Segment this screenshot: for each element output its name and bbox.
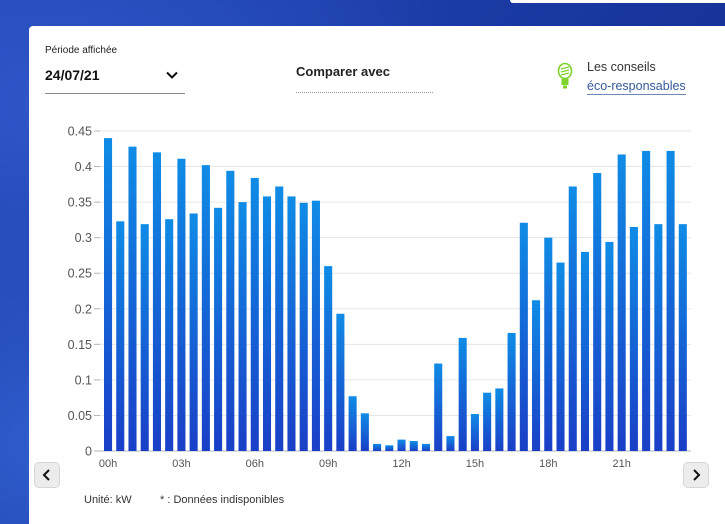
chart-svg: 0 0.05 0.1 0.15 0.2 0.25 0.3 0.35 0.4 0.45 00h 03h 0… [68,125,691,470]
x-tick-label: 21h [612,458,630,470]
chevron-right-icon [693,469,701,481]
consumption-card: Période affichée 24/07/21 Comparer avec … [29,26,725,524]
hour-bar[interactable] [666,150,675,451]
compare-label: Comparer avec [296,64,390,79]
hour-bar[interactable] [299,202,308,451]
hour-bar[interactable] [128,146,137,451]
unit-label: Unité: kW [84,494,132,506]
period-label: Période affichée [45,45,118,56]
hour-bar[interactable] [458,337,467,451]
period-dropdown[interactable]: 24/07/21 [45,64,185,94]
x-tick-label: 09h [319,458,337,470]
hour-bar[interactable] [177,158,186,452]
hour-bar[interactable] [642,150,651,451]
hour-bar[interactable] [507,332,516,451]
hour-bar[interactable] [593,172,602,451]
hour-bar[interactable] [360,413,369,451]
y-tick-label: 0.2 [75,302,92,316]
y-tick-label: 0.15 [68,338,92,352]
hour-bar[interactable] [152,152,161,451]
hour-bar[interactable] [519,222,528,451]
hour-bar[interactable] [348,396,357,451]
hour-bar[interactable] [605,241,614,451]
tips-title: Les conseils [587,60,656,74]
hour-bar[interactable] [226,170,235,451]
hour-bar[interactable] [556,262,565,451]
hour-bar[interactable] [275,186,284,451]
hour-bar[interactable] [238,202,247,451]
hour-bar[interactable] [483,392,492,451]
hour-bar[interactable] [532,300,541,451]
x-tick-label: 00h [99,458,117,470]
consumption-chart: 0 0.05 0.1 0.15 0.2 0.25 0.3 0.35 0.4 0.45 00h 03h 0… [29,122,725,472]
period-value: 24/07/21 [45,67,100,83]
hour-bar[interactable] [580,251,590,451]
y-tick-label: 0.25 [68,267,92,281]
hour-bar[interactable] [470,414,479,451]
hour-bar[interactable] [678,224,687,451]
y-tick-label: 0 [85,445,92,459]
hour-bar[interactable] [116,221,125,451]
hour-bar[interactable] [629,227,638,451]
chevron-down-icon [165,68,179,82]
compare-dropdown[interactable]: Comparer avec [296,64,433,93]
next-day-button[interactable] [683,462,709,488]
x-tick-label: 18h [539,458,557,470]
hour-bar[interactable] [287,196,296,451]
x-tick-label: 03h [172,458,190,470]
hour-bar[interactable] [654,224,663,451]
hour-bar[interactable] [189,213,198,451]
hour-bar[interactable] [568,186,577,451]
hour-bar[interactable] [311,200,320,451]
y-tick-label: 0.1 [75,373,92,387]
missing-data-note: * : Données indisponibles [160,494,285,506]
hour-bar[interactable] [201,165,210,451]
hour-bar[interactable] [617,154,626,451]
hour-bar[interactable] [104,138,113,452]
y-tick-label: 0.35 [68,196,92,210]
y-tick-label: 0.3 [75,231,92,245]
x-tick-label: 06h [246,458,264,470]
y-tick-label: 0.45 [68,125,92,139]
hour-bar[interactable] [140,224,149,451]
x-tick-label: 12h [392,458,410,470]
chevron-left-icon [42,469,50,481]
hour-bar[interactable] [397,439,406,451]
hour-bar[interactable] [409,441,418,451]
eco-tips[interactable]: Les conseils éco-responsables [556,60,725,100]
hour-bar[interactable] [421,443,431,451]
hour-bar[interactable] [214,207,223,451]
hour-bar[interactable] [165,219,174,451]
top-tab-edge [510,0,725,3]
hour-bar[interactable] [324,266,333,451]
hour-bar[interactable] [495,388,504,451]
hour-bar[interactable] [385,445,394,451]
hour-bar[interactable] [434,363,443,451]
hour-bar[interactable] [446,436,455,451]
hour-bar[interactable] [336,313,345,451]
hour-bar[interactable] [544,237,553,451]
y-tick-label: 0.4 [75,160,92,174]
tips-link[interactable]: éco-responsables [587,79,686,95]
hour-bar[interactable] [262,196,272,451]
previous-day-button[interactable] [34,462,60,488]
lightbulb-icon [556,62,574,92]
hour-bar[interactable] [250,177,259,451]
x-tick-label: 15h [466,458,484,470]
y-tick-label: 0.05 [68,409,92,423]
hour-bar[interactable] [373,443,382,451]
